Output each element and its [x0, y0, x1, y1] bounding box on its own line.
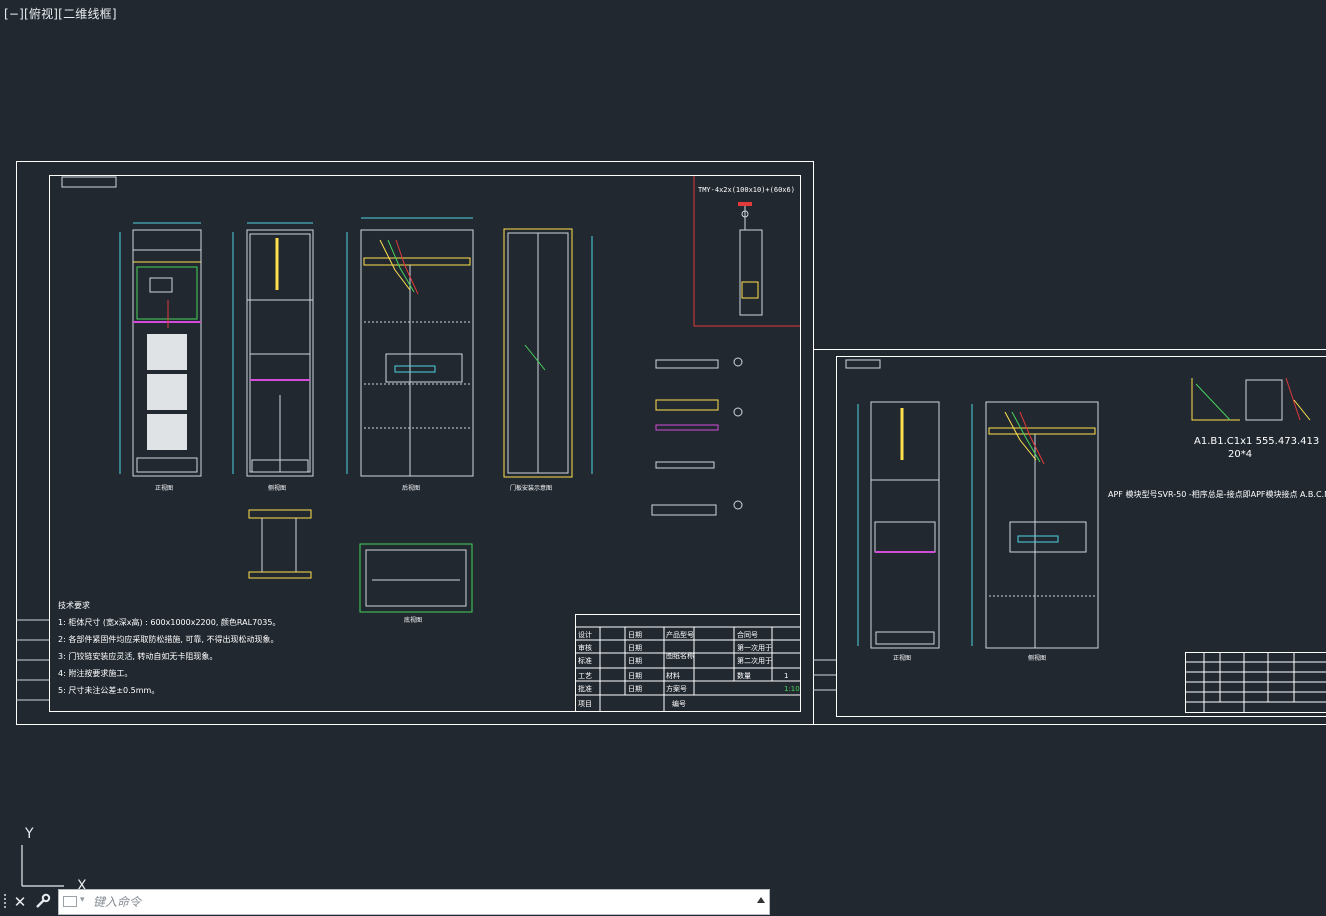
svg-text:第二次用于: 第二次用于	[737, 656, 772, 665]
cabinet-front-view: 正视图	[119, 222, 202, 492]
svg-text:材料: 材料	[666, 671, 680, 680]
title-block-sheet-2	[1185, 652, 1326, 713]
bottom-view-label: 底视图	[404, 616, 422, 624]
svg-text:数量: 数量	[737, 671, 751, 680]
sheet2-rear-view-label: 侧视图	[1028, 654, 1046, 662]
svg-text:标准: 标准	[578, 656, 592, 665]
sheet2-side-view-label: 正视图	[893, 654, 911, 662]
svg-text:日期: 日期	[628, 685, 642, 693]
command-line-bar: ✕ ▾	[0, 889, 770, 915]
command-input-box[interactable]: ▾	[58, 889, 770, 915]
front-view-label: 正视图	[155, 484, 173, 492]
svg-text:图纸名称: 图纸名称	[666, 651, 694, 660]
cabinet-door-view: 门板安装示意图	[503, 228, 593, 492]
busbar-rail-sub: 20*4	[1228, 449, 1252, 460]
note-line-1: 1: 柜体尺寸 (宽x深x高) : 600x1000x2200, 颜色RAL70…	[58, 617, 280, 627]
history-up-icon[interactable]	[757, 897, 765, 903]
svg-text:日期: 日期	[628, 672, 642, 680]
sheet2-side-view: 正视图	[857, 401, 940, 662]
svg-text:日期: 日期	[628, 657, 642, 665]
bottom-view: 底视图	[359, 543, 473, 624]
rear-view-label: 后视图	[402, 484, 420, 492]
notes-title: 技术要求	[58, 600, 90, 610]
base-frame-view	[248, 509, 312, 579]
svg-text:方案号: 方案号	[666, 684, 687, 693]
busbar-spec-label: TMY-4x2x(100x10)+(60x6)	[698, 186, 795, 194]
title-block-sheet-1: 设计 日期 产品型号 合同号 审核 日期 图纸名称 第一次用于 标准 日期 第二…	[575, 614, 801, 712]
svg-text:编号: 编号	[672, 699, 686, 708]
apf-module-note: APF 模块型号SVR-50 -相序总是-接点即APF模块接点 A.B.C.N	[1108, 489, 1326, 499]
detail-parts	[651, 357, 743, 516]
ucs-y-label: Y	[24, 826, 34, 842]
busbar-section-box: TMY-4x2x(100x10)+(60x6)	[693, 176, 800, 327]
close-icon[interactable]: ✕	[11, 891, 29, 913]
door-view-label: 门板安装示意图	[510, 484, 552, 492]
svg-text:1: 1	[784, 672, 788, 680]
side-view-label: 侧视图	[268, 484, 286, 492]
chevron-down-icon[interactable]: ▾	[80, 895, 85, 905]
svg-text:审核: 审核	[578, 643, 592, 652]
command-prompt-icon[interactable]	[63, 896, 77, 907]
svg-text:产品型号: 产品型号	[666, 630, 694, 639]
ucs-axis-icon: Y X	[21, 826, 87, 894]
customize-wrench-icon[interactable]	[34, 892, 54, 912]
note-line-3: 3: 门铰链安装应灵活, 转动自如无卡阻现象。	[58, 651, 217, 661]
svg-text:1:10: 1:10	[784, 685, 800, 693]
svg-text:工艺: 工艺	[578, 672, 592, 680]
svg-text:合同号: 合同号	[737, 630, 758, 639]
drawing-sheet-2	[813, 349, 1326, 725]
svg-text:项目: 项目	[578, 700, 592, 708]
cabinet-side-view: 侧视图	[232, 222, 314, 492]
svg-text:批准: 批准	[578, 684, 592, 693]
technical-notes: 技术要求 1: 柜体尺寸 (宽x深x高) : 600x1000x2200, 颜色…	[58, 600, 280, 695]
svg-text:设计: 设计	[578, 630, 592, 639]
sheet2-rear-view: 侧视图	[971, 401, 1099, 662]
note-line-2: 2: 各部件紧固件均应采取防松措施, 可靠, 不得出现松动现象。	[58, 634, 279, 644]
note-line-4: 4: 附注按要求施工。	[58, 668, 132, 678]
svg-text:日期: 日期	[628, 644, 642, 652]
svg-text:日期: 日期	[628, 631, 642, 639]
svg-text:第一次用于: 第一次用于	[737, 643, 772, 652]
drawing-canvas[interactable]: TMY-4x2x(100x10)+(60x6) 正视图 侧视图 后视图 门板安装…	[0, 0, 1326, 916]
busbar-rail-label: A1.B1.C1x1 555.473.413	[1194, 436, 1319, 447]
note-line-5: 5: 尺寸未注公差±0.5mm。	[58, 685, 159, 695]
busbar-rail-detail: A1.B1.C1x1 555.473.413 20*4 APF 模块型号SVR-…	[1108, 377, 1326, 499]
command-input[interactable]	[93, 892, 743, 912]
drag-grip-icon[interactable]	[2, 894, 8, 910]
cabinet-rear-view: 后视图	[346, 217, 474, 492]
